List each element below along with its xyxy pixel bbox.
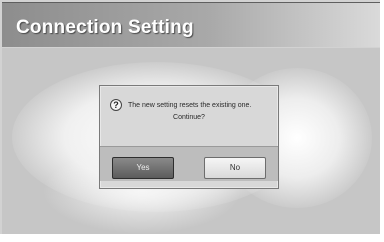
- yes-button[interactable]: Yes: [112, 157, 174, 179]
- dialog-message: The new setting resets the existing one.: [128, 102, 252, 109]
- frame-edge: [380, 0, 384, 242]
- question-icon: ?: [110, 99, 122, 111]
- no-button[interactable]: No: [204, 157, 266, 179]
- frame-edge: [0, 234, 384, 242]
- title-bar: Connection Setting: [2, 2, 380, 47]
- page-title: Connection Setting: [16, 17, 194, 38]
- screen: Connection Setting ? The new setting res…: [0, 0, 384, 242]
- dialog-question: Continue?: [173, 114, 205, 121]
- dialog-button-bar: Yes No: [100, 146, 278, 181]
- confirm-dialog: ? The new setting resets the existing on…: [99, 85, 279, 189]
